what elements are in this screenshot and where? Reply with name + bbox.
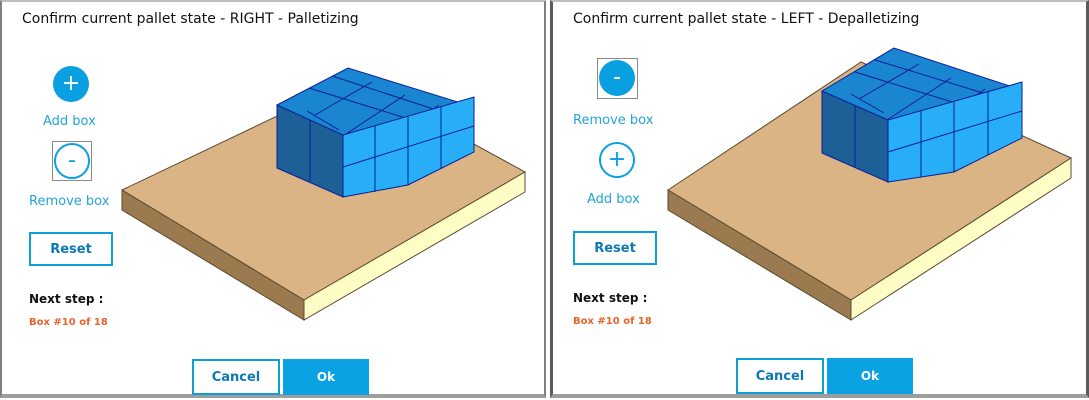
remove-box-label: Remove box	[573, 113, 654, 128]
remove-box-button[interactable]: -	[599, 60, 635, 96]
remove-box-button[interactable]: -	[54, 143, 90, 179]
minus-icon: -	[68, 148, 76, 173]
next-step-value: Box #10 of 18	[573, 316, 652, 327]
next-step-label: Next step :	[29, 292, 104, 306]
reset-button[interactable]: Reset	[573, 231, 657, 265]
reset-button[interactable]: Reset	[29, 232, 113, 266]
dialog-title: Confirm current pallet state - RIGHT - P…	[22, 11, 359, 27]
next-step-value: Box #10 of 18	[29, 317, 108, 328]
plus-icon: +	[607, 147, 627, 172]
ok-button[interactable]: Ok	[827, 358, 913, 394]
next-step-label: Next step :	[573, 291, 648, 305]
add-box-button[interactable]: +	[53, 66, 89, 102]
ok-button[interactable]: Ok	[283, 359, 369, 395]
plus-icon: +	[61, 71, 81, 96]
cancel-button[interactable]: Cancel	[192, 359, 280, 395]
add-box-label: Add box	[43, 114, 96, 129]
add-box-button[interactable]: +	[599, 142, 635, 178]
pallet-dialog-left: Confirm current pallet state - LEFT - De…	[550, 0, 1089, 398]
add-box-label: Add box	[587, 192, 640, 207]
pallet-dialog-right: Confirm current pallet state - RIGHT - P…	[0, 0, 546, 398]
minus-icon: -	[613, 65, 621, 90]
dialog-title: Confirm current pallet state - LEFT - De…	[573, 11, 920, 27]
cancel-button[interactable]: Cancel	[736, 358, 824, 394]
remove-box-label: Remove box	[29, 194, 110, 209]
